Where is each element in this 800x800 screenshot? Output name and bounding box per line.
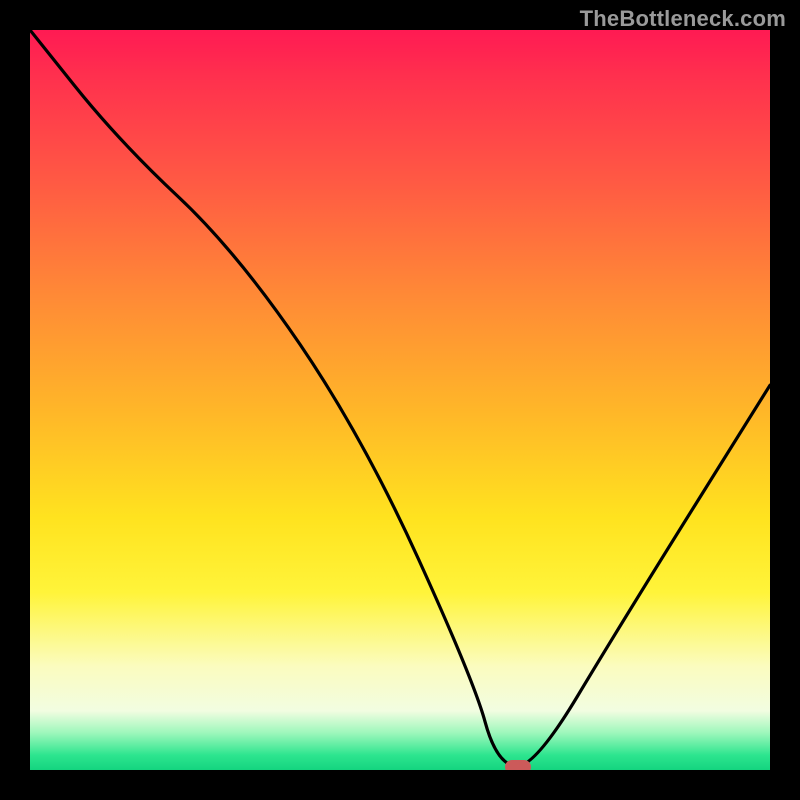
plot-area xyxy=(30,30,770,770)
bottleneck-curve xyxy=(30,30,770,770)
curve-path xyxy=(30,30,770,766)
bottleneck-marker xyxy=(505,760,531,770)
chart-frame: TheBottleneck.com xyxy=(0,0,800,800)
attribution-text: TheBottleneck.com xyxy=(580,6,786,32)
